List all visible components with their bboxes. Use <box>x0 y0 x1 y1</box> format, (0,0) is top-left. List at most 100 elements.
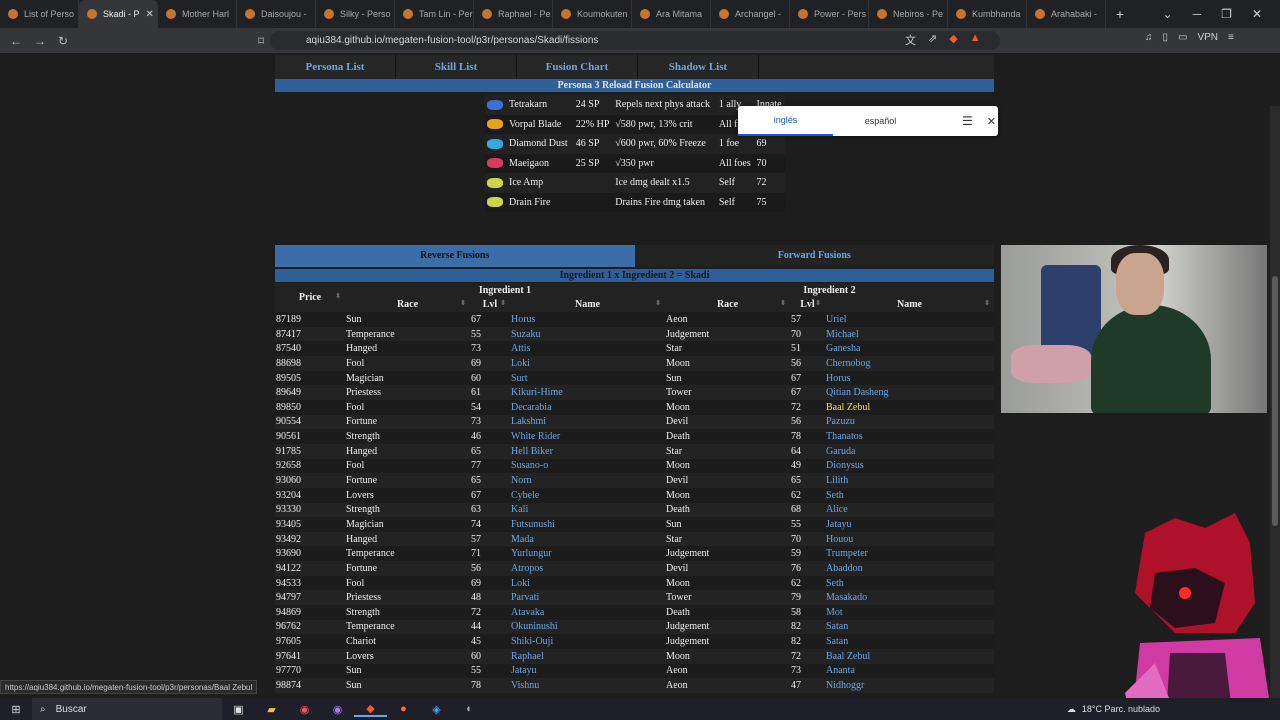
cell-ing1-name[interactable]: Lakshmi <box>510 414 665 430</box>
browser-tab[interactable]: Power - Pers <box>790 0 869 28</box>
cell-ing2-name[interactable]: Lilith <box>825 473 994 488</box>
cell-ing2-name[interactable]: Chernobog <box>825 356 994 371</box>
cell-ing1-name[interactable]: Kali <box>510 502 665 518</box>
ing1-name-header[interactable]: Name <box>510 297 665 313</box>
cell-ing1-name[interactable]: Surt <box>510 370 665 386</box>
browser-tab[interactable]: Arahabaki - <box>1027 0 1106 28</box>
cell-ing2-name[interactable]: Masakado <box>825 590 994 605</box>
cell-ing2-name[interactable]: Seth <box>825 487 994 503</box>
cell-ing2-name[interactable]: Houou <box>825 531 994 547</box>
discord-icon[interactable]: ◉ <box>321 703 354 716</box>
ing2-lvl-header[interactable]: Lvl <box>790 297 825 313</box>
vpn-label[interactable]: VPN <box>1197 32 1218 43</box>
cell-ing2-name[interactable]: Jatayu <box>825 517 994 532</box>
scrollbar-thumb[interactable] <box>1272 276 1278 526</box>
tab-reverse-fusions[interactable]: Reverse Fusions <box>275 245 635 267</box>
browser-tab[interactable]: Kumbhanda <box>948 0 1027 28</box>
cell-ing1-name[interactable]: Jatayu <box>510 663 665 679</box>
cell-ing1-name[interactable]: Suzaku <box>510 326 665 342</box>
maximize-icon[interactable]: ❐ <box>1221 7 1232 21</box>
chrome-icon[interactable]: ◉ <box>288 703 321 716</box>
browser-tab[interactable]: Mother Harl <box>158 0 237 28</box>
cell-ing2-name[interactable]: Baal Zebul <box>825 648 994 664</box>
browser-tab[interactable]: Silky - Perso <box>316 0 395 28</box>
brave-rewards-icon[interactable]: ▲ <box>970 32 981 48</box>
cell-ing1-name[interactable]: Futsunushi <box>510 517 665 532</box>
browser-tab[interactable]: List of Perso <box>0 0 79 28</box>
cell-ing1-name[interactable]: Kikuri-Hime <box>510 385 665 401</box>
cell-ing1-name[interactable]: Decarabia <box>510 400 665 415</box>
tab-search-icon[interactable]: ⌄ <box>1163 7 1173 21</box>
cell-ing2-name[interactable]: Baal Zebul <box>825 400 994 415</box>
steam-icon[interactable]: ◐ <box>453 703 486 715</box>
taskbar-search[interactable]: ⌕ Buscar <box>32 698 222 720</box>
cell-ing1-name[interactable]: Yurlungur <box>510 546 665 562</box>
cell-ing2-name[interactable]: Nidhoggr <box>825 678 994 693</box>
close-window-icon[interactable]: ✕ <box>1252 7 1262 21</box>
menu-icon[interactable]: ≡ <box>1228 32 1234 43</box>
cell-ing2-name[interactable]: Ganesha <box>825 341 994 357</box>
cell-ing2-name[interactable]: Alice <box>825 502 994 518</box>
cell-ing2-name[interactable]: Dionysus <box>825 458 994 474</box>
cell-ing2-name[interactable]: Pazuzu <box>825 414 994 430</box>
translate-menu-icon[interactable]: ☰ <box>962 114 973 128</box>
cell-ing2-name[interactable]: Michael <box>825 326 994 342</box>
browser-tab[interactable]: Ara Mitama <box>632 0 711 28</box>
url-field[interactable]: aqiu384.github.io/megaten-fusion-tool/p3… <box>270 31 1000 50</box>
ing2-name-header[interactable]: Name <box>825 297 994 313</box>
cell-ing1-name[interactable]: Cybele <box>510 487 665 503</box>
nav-link[interactable]: Skill List <box>396 55 517 79</box>
browser-tab[interactable]: Tam Lin - Per <box>395 0 474 28</box>
minimize-icon[interactable]: ─ <box>1193 7 1202 21</box>
cell-ing2-name[interactable]: Thanatos <box>825 429 994 444</box>
browser-tab[interactable]: Archangel - <box>711 0 790 28</box>
sidebar-icon[interactable]: ▯ <box>1163 32 1169 43</box>
translate-close-icon[interactable]: ✕ <box>987 115 996 128</box>
cell-ing1-name[interactable]: Susano-o <box>510 458 665 474</box>
tab-forward-fusions[interactable]: Forward Fusions <box>634 245 994 267</box>
music-icon[interactable]: ♫ <box>1145 32 1153 43</box>
translate-icon[interactable]: 文 <box>905 32 916 48</box>
cell-ing1-name[interactable]: Raphael <box>510 648 665 664</box>
back-icon[interactable]: ← <box>10 34 22 48</box>
cell-ing1-name[interactable]: Mada <box>510 531 665 547</box>
cell-ing2-name[interactable]: Qitian Dasheng <box>825 385 994 401</box>
share-icon[interactable]: ⇗ <box>928 32 937 48</box>
brave-shield-icon[interactable]: ◆ <box>949 32 957 48</box>
obs-icon[interactable]: ● <box>387 703 420 715</box>
cell-ing2-name[interactable]: Abaddon <box>825 561 994 576</box>
cell-ing1-name[interactable]: Horus <box>510 312 665 327</box>
cell-ing1-name[interactable]: Atropos <box>510 561 665 576</box>
cell-ing1-name[interactable]: White Rider <box>510 429 665 444</box>
cell-ing1-name[interactable]: Parvati <box>510 590 665 605</box>
task-view-icon[interactable]: ▣ <box>222 703 255 716</box>
close-tab-icon[interactable]: ✕ <box>146 9 154 20</box>
browser-tab[interactable]: Koumokuten <box>553 0 632 28</box>
browser-tab[interactable]: Daisoujou - <box>237 0 316 28</box>
translate-lang-spanish[interactable]: español <box>833 116 928 126</box>
cell-ing2-name[interactable]: Horus <box>825 370 994 386</box>
nav-link[interactable]: Shadow List <box>638 55 759 79</box>
ing1-lvl-header[interactable]: Lvl <box>470 297 510 313</box>
cell-ing2-name[interactable]: Garuda <box>825 443 994 459</box>
cell-ing2-name[interactable]: Mot <box>825 605 994 620</box>
cell-ing2-name[interactable]: Satan <box>825 634 994 649</box>
app-icon[interactable]: ◈ <box>420 703 453 716</box>
nav-link[interactable]: Fusion Chart <box>517 55 638 79</box>
translate-lang-english[interactable]: inglés <box>738 106 833 136</box>
new-tab-button[interactable]: + <box>1106 6 1134 22</box>
browser-tab[interactable]: Skadi - P ✕ <box>79 0 158 28</box>
cell-ing1-name[interactable]: Okuninushi <box>510 619 665 635</box>
ing1-race-header[interactable]: Race <box>345 297 470 313</box>
wallet-icon[interactable]: ▭ <box>1178 32 1187 43</box>
weather-widget[interactable]: ☁ 18°C Parc. nublado <box>1067 704 1160 715</box>
cell-ing1-name[interactable]: Loki <box>510 575 665 591</box>
cell-ing2-name[interactable]: Ananta <box>825 663 994 679</box>
browser-tab[interactable]: Raphael - Pe <box>474 0 553 28</box>
cell-ing1-name[interactable]: Norn <box>510 473 665 488</box>
cell-ing2-name[interactable]: Uriel <box>825 312 994 327</box>
bookmark-icon[interactable]: ⌑ <box>258 34 264 48</box>
cell-ing1-name[interactable]: Atavaka <box>510 605 665 620</box>
file-explorer-icon[interactable]: ▰ <box>255 703 288 716</box>
windows-start-icon[interactable]: ⊞ <box>0 703 32 716</box>
